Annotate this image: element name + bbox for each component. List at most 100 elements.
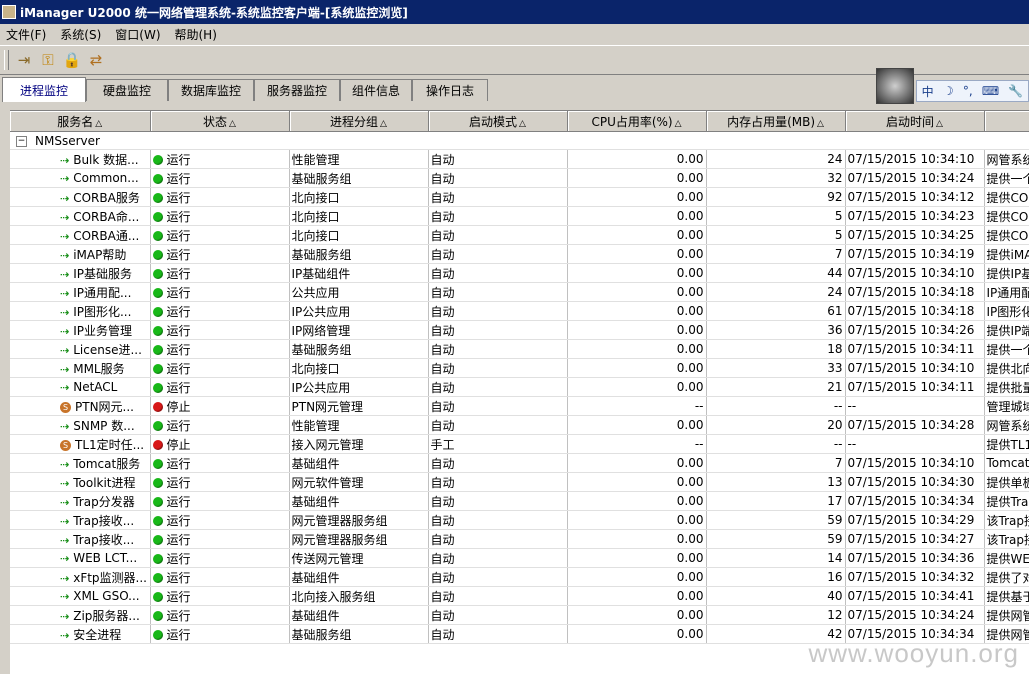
table-row[interactable]: ⇢ IP业务管理 运行 IP网络管理 自动 0.00 36 07/15/2015 10:34:… — [10, 320, 1029, 340]
service-name: WEB LCT... — [73, 551, 138, 565]
cpu-usage: 0.00 — [567, 301, 707, 321]
col-header-start-time[interactable]: 启动时间 △ — [845, 111, 985, 132]
table-row[interactable]: ⇢ CORBA服务 运行 北向接口 自动 0.00 92 07/15/2015 10:34:1… — [10, 187, 1029, 207]
memory-usage: 40 — [706, 586, 846, 606]
table-row[interactable]: ⇢ Common... 运行 基础服务组 自动 0.00 32 07/15/2015 10:3… — [10, 168, 1029, 188]
ime-mode[interactable]: 中 — [922, 83, 934, 100]
memory-usage: 59 — [706, 529, 846, 549]
toolbar-grip[interactable] — [4, 50, 9, 70]
col-header-memory[interactable]: 内存占用量(MB) △ — [706, 111, 846, 132]
logout-icon[interactable]: ⇥ — [13, 49, 35, 71]
menu-file[interactable]: 文件(F) — [0, 26, 52, 43]
table-row[interactable]: ⇢ License进... 运行 基础服务组 自动 0.00 18 07/15/2015 10… — [10, 339, 1029, 359]
wrench-icon[interactable]: 🔧 — [1008, 84, 1023, 98]
cpu-usage: 0.00 — [567, 529, 707, 549]
memory-usage: 92 — [706, 187, 846, 207]
status-text: 运行 — [166, 418, 191, 433]
table-row[interactable]: SPTN网元...停止PTN网元管理自动------管理城域 — [10, 396, 1029, 416]
service-name: NetACL — [73, 380, 118, 394]
running-service-icon: ⇢ — [60, 305, 70, 319]
table-row[interactable]: ⇢ IP图形化... 运行 IP公共应用 自动 0.00 61 07/15/2015 10:3… — [10, 301, 1029, 321]
cpu-usage: 0.00 — [567, 358, 707, 378]
start-time: 07/15/2015 10:34:25 — [845, 225, 985, 245]
col-header-start-mode[interactable]: 启动模式 △ — [428, 111, 568, 132]
table-row[interactable]: ⇢ IP通用配... 运行 公共应用 自动 0.00 24 07/15/2015 10:34:… — [10, 282, 1029, 302]
start-time: 07/15/2015 10:34:32 — [845, 567, 985, 587]
cpu-usage: 0.00 — [567, 491, 707, 511]
service-name: iMAP帮助 — [73, 247, 127, 262]
table-row[interactable]: ⇢ CORBA通... 运行 北向接口 自动 0.00 5 07/15/2015 10:34:… — [10, 225, 1029, 245]
table-row[interactable]: ⇢ XML GSO... 运行 北向接入服务组 自动 0.00 40 07/15/2015 1… — [10, 586, 1029, 606]
table-row[interactable]: ⇢ Trap分发器 运行 基础组件 自动 0.00 17 07/15/2015 10:34:3… — [10, 491, 1029, 511]
punctuation-icon[interactable]: °, — [963, 84, 973, 98]
col-header-group[interactable]: 进程分组 △ — [289, 111, 429, 132]
table-row[interactable]: ⇢ WEB LCT... 运行 传送网元管理 自动 0.00 14 07/15/2015 10… — [10, 548, 1029, 568]
table-row[interactable]: ⇢ Trap接收... 运行 网元管理器服务组 自动 0.00 59 07/15/2015 1… — [10, 510, 1029, 530]
description: 该Trap接 — [984, 510, 1029, 530]
table-row[interactable]: ⇢ Trap接收... 运行 网元管理器服务组 自动 0.00 59 07/15/2015 1… — [10, 529, 1029, 549]
process-group: 北向接口 — [289, 358, 429, 378]
table-row[interactable]: S TL1定时任... 停止 接入网元管理 手工 -- -- -- 提供TL1 — [10, 434, 1029, 454]
table-row[interactable]: ⇢ MML服务 运行 北向接口 自动 0.00 33 07/15/2015 10:34:10 提… — [10, 358, 1029, 378]
tab-server-monitor[interactable]: 服务器监控 — [254, 79, 340, 101]
table-row[interactable]: ⇢ Tomcat服务 运行 基础组件 自动 0.00 7 07/15/2015 10:34:1… — [10, 453, 1029, 473]
tab-component-info[interactable]: 组件信息 — [340, 79, 412, 101]
memory-usage: 13 — [706, 472, 846, 492]
table-row[interactable]: ⇢ Zip服务器... 运行 基础组件 自动 0.00 12 07/15/2015 10:34… — [10, 605, 1029, 625]
table-row[interactable]: ⇢ iMAP帮助 运行 基础服务组 自动 0.00 7 07/15/2015 10:34:19… — [10, 244, 1029, 264]
start-mode: 自动 — [428, 301, 568, 321]
switch-user-icon[interactable]: ⇄ — [85, 49, 107, 71]
lock-icon[interactable]: 🔒 — [61, 49, 83, 71]
table-row[interactable]: ⇢ Bulk 数据... 运行 性能管理 自动 0.00 24 07/15/2015 10:3… — [10, 149, 1029, 169]
description: 提供CO — [984, 187, 1029, 207]
col-header-status[interactable]: 状态 △ — [150, 111, 290, 132]
process-group: 基础服务组 — [289, 244, 429, 264]
collapse-icon[interactable]: − — [16, 135, 27, 147]
start-mode: 自动 — [428, 263, 568, 283]
menu-system[interactable]: 系统(S) — [54, 26, 107, 43]
service-name: MML服务 — [73, 361, 125, 376]
running-service-icon: ⇢ — [60, 552, 70, 565]
status-text: 运行 — [166, 247, 191, 262]
running-service-icon: ⇢ — [60, 324, 70, 338]
tab-operation-log[interactable]: 操作日志 — [412, 79, 488, 101]
memory-usage: 59 — [706, 510, 846, 530]
menu-window[interactable]: 窗口(W) — [109, 26, 166, 43]
group-row[interactable]: − NMSserver — [10, 131, 1029, 150]
table-row[interactable]: ⇢ xFtp监测器... 运行 基础组件 自动 0.00 16 07/15/2015 10:3… — [10, 567, 1029, 587]
table-row[interactable]: ⇢ CORBA命... 运行 北向接口 自动 0.00 5 07/15/2015 10:34:… — [10, 206, 1029, 226]
start-time: 07/15/2015 10:34:10 — [845, 453, 985, 473]
col-header-service[interactable]: 服务名 △ — [10, 111, 151, 132]
keyboard-icon[interactable]: ⌨ — [982, 84, 999, 98]
start-time: 07/15/2015 10:34:24 — [845, 605, 985, 625]
cpu-usage: 0.00 — [567, 415, 707, 435]
menu-help[interactable]: 帮助(H) — [169, 26, 223, 43]
cpu-usage: -- — [567, 434, 707, 454]
process-group: PTN网元管理 — [289, 396, 429, 416]
table-row[interactable]: ⇢ SNMP 数... 运行 性能管理 自动 0.00 20 07/15/2015 10:34… — [10, 415, 1029, 435]
description: 提供一个 — [984, 339, 1029, 359]
tab-disk-monitor[interactable]: 硬盘监控 — [86, 79, 168, 101]
process-group: 基础组件 — [289, 453, 429, 473]
key-icon[interactable]: ⚿ — [37, 49, 59, 71]
start-time: 07/15/2015 10:34:30 — [845, 472, 985, 492]
moon-icon[interactable]: ☽ — [943, 84, 954, 98]
process-group: 基础组件 — [289, 491, 429, 511]
service-name: Zip服务器... — [73, 608, 140, 623]
table-row[interactable]: ⇢ IP基础服务 运行 IP基础组件 自动 0.00 44 07/15/2015 10:34:… — [10, 263, 1029, 283]
ime-bar[interactable]: 中 ☽ °, ⌨ 🔧 — [916, 80, 1029, 102]
col-header-description[interactable] — [984, 111, 1029, 132]
table-row[interactable]: ⇢ Toolkit进程 运行 网元软件管理 自动 0.00 13 07/15/2015 10:… — [10, 472, 1029, 492]
service-name: IP通用配... — [73, 285, 132, 300]
status-text: 运行 — [166, 456, 191, 471]
start-mode: 自动 — [428, 320, 568, 340]
tab-process-monitor[interactable]: 进程监控 — [2, 77, 86, 102]
start-mode: 自动 — [428, 605, 568, 625]
start-mode: 自动 — [428, 149, 568, 169]
service-name: xFtp监测器... — [73, 570, 147, 585]
running-service-icon: ⇢ — [60, 590, 70, 603]
tab-database-monitor[interactable]: 数据库监控 — [168, 79, 254, 101]
col-header-cpu[interactable]: CPU占用率(%) △ — [567, 111, 707, 132]
running-status-icon — [152, 193, 163, 203]
table-row[interactable]: ⇢ NetACL 运行 IP公共应用 自动 0.00 21 07/15/2015 10:34:… — [10, 377, 1029, 397]
